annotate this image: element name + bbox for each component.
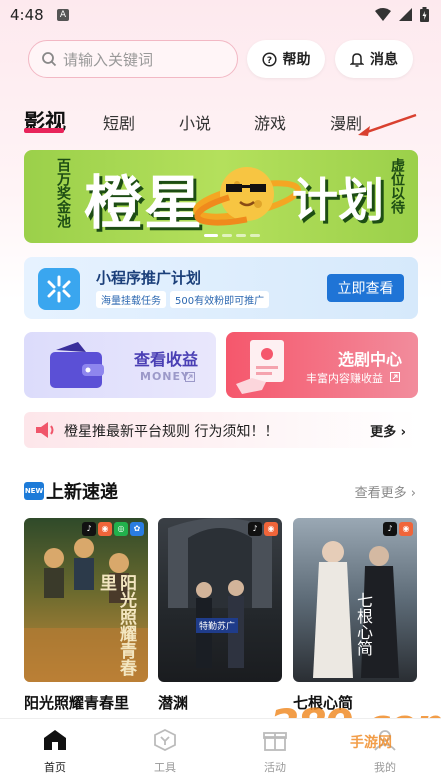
tools-icon xyxy=(154,728,176,752)
banner-title-part2: 计划 xyxy=(292,173,384,227)
svg-text:?: ? xyxy=(266,56,271,66)
notice-more-label: 更多 xyxy=(370,425,397,440)
promo-banner[interactable]: 百万奖金池 橙星 计划 虚位以待 xyxy=(24,150,418,243)
mini-program-tag: 海量挂载任务 xyxy=(96,291,166,308)
platform-badges: ♪ ◉ xyxy=(383,522,413,536)
search-input[interactable]: 请输入关键词 xyxy=(28,40,238,78)
search-icon xyxy=(42,52,57,67)
arrow-box-icon xyxy=(185,372,195,382)
douyin-icon: ♪ xyxy=(82,522,96,536)
poster-title-art: 特勤苏广 xyxy=(196,618,239,633)
notice-text: 橙星推最新平台规则 行为须知！！ xyxy=(64,424,279,440)
nav-home-label: 首页 xyxy=(44,761,66,774)
banner-right-text: 虚位以待 xyxy=(389,158,405,214)
new-releases-header: NEW 上新速递 查看更多 › xyxy=(24,478,418,504)
bell-icon xyxy=(350,52,364,67)
new-badge-icon: NEW xyxy=(24,482,44,500)
banner-dot xyxy=(250,234,260,237)
poster-title[interactable]: 阳光照耀青春里 xyxy=(24,692,129,713)
annotation-arrow-icon xyxy=(358,113,417,136)
wifi-icon xyxy=(375,8,391,21)
nav-activity-label: 活动 xyxy=(264,761,286,774)
nav-activity[interactable]: 活动 xyxy=(245,729,305,775)
wallet-icon xyxy=(50,342,104,388)
planet-mascot-icon xyxy=(193,167,302,226)
messages-button[interactable]: 消息 xyxy=(335,40,413,78)
nav-profile-label: 我的 xyxy=(374,761,396,774)
help-label: 帮助 xyxy=(282,52,311,68)
selection-title: 选剧中心 xyxy=(338,350,403,369)
notice-more-link[interactable]: 更多 › xyxy=(370,421,406,440)
document-hand-icon xyxy=(236,340,284,394)
battery-icon xyxy=(420,7,429,22)
poster-card[interactable]: 阳光照耀青春里 ♪ ◉ ◎ ✿ xyxy=(24,518,148,682)
poster-image xyxy=(168,518,272,668)
home-icon xyxy=(44,730,66,750)
site-watermark-sub: 手游网 xyxy=(350,735,392,751)
messages-label: 消息 xyxy=(370,52,398,68)
nav-home[interactable]: 首页 xyxy=(25,729,85,775)
banner-dot xyxy=(222,234,232,237)
status-time: 4:48 xyxy=(10,6,44,24)
banner-title-part1: 橙星 xyxy=(84,169,205,237)
banner-pagination xyxy=(204,234,260,237)
earnings-subtitle: MONEY xyxy=(140,370,190,383)
section-title: 上新速递 xyxy=(46,482,118,503)
status-bar: 4:48 A xyxy=(0,0,441,30)
help-button[interactable]: ? 帮助 xyxy=(247,40,325,78)
tab-novel[interactable]: 小说 xyxy=(179,110,211,134)
nav-tools[interactable]: 工具 xyxy=(135,728,195,775)
mini-program-tag: 500有效粉即可推广 xyxy=(170,291,270,308)
status-icons xyxy=(375,7,429,22)
douyin-icon: ♪ xyxy=(248,522,262,536)
view-more-label: 查看更多 xyxy=(354,486,407,501)
signal-icon xyxy=(399,8,412,21)
poster-title-art: 阳光照耀青春里 xyxy=(96,574,136,676)
banner-left-text: 百万奖金池 xyxy=(55,158,71,228)
kuaishou-icon: ◉ xyxy=(98,522,112,536)
banner-dot xyxy=(236,234,246,237)
mini-program-icon xyxy=(38,268,80,310)
earnings-title: 查看收益 xyxy=(134,350,199,369)
speaker-icon xyxy=(36,422,54,438)
kuaishou-icon: ◉ xyxy=(264,522,278,536)
poster-title-art: 七根心简 xyxy=(354,592,373,656)
status-app-icon: A xyxy=(57,9,69,21)
platform-badges: ♪ ◉ ◎ ✿ xyxy=(82,522,144,536)
active-tab-indicator xyxy=(24,128,64,133)
tab-games[interactable]: 游戏 xyxy=(254,110,286,134)
tab-short-drama[interactable]: 短剧 xyxy=(103,110,135,134)
help-icon: ? xyxy=(261,51,277,67)
drama-selection-card[interactable]: 选剧中心 丰富内容赚收益 xyxy=(226,332,418,398)
platform-badges: ♪ ◉ xyxy=(248,522,278,536)
earnings-card[interactable]: 查看收益 MONEY xyxy=(24,332,216,398)
selection-subtitle: 丰富内容赚收益 xyxy=(306,372,383,385)
arrow-box-icon xyxy=(390,372,400,382)
poster-card[interactable]: 七根心简 ♪ ◉ xyxy=(293,518,417,682)
activity-icon xyxy=(263,732,287,751)
notice-bar[interactable]: 橙星推最新平台规则 行为须知！！ 更多 › xyxy=(24,412,418,448)
search-placeholder: 请输入关键词 xyxy=(63,50,154,69)
kuaishou-icon: ◉ xyxy=(399,522,413,536)
wechat-icon: ◎ xyxy=(114,522,128,536)
view-more-link[interactable]: 查看更多 › xyxy=(355,482,416,501)
banner-dot-active xyxy=(204,234,218,237)
nav-tools-label: 工具 xyxy=(154,761,176,774)
poster-card[interactable]: 特勤苏广 ♪ ◉ xyxy=(158,518,282,682)
baidu-icon: ✿ xyxy=(130,522,144,536)
mini-program-title: 小程序推广计划 xyxy=(96,269,202,287)
view-now-button[interactable]: 立即查看 xyxy=(327,274,404,302)
poster-title[interactable]: 潜渊 xyxy=(158,692,188,713)
mini-program-card[interactable]: 小程序推广计划 海量挂载任务 500有效粉即可推广 立即查看 xyxy=(24,257,418,319)
douyin-icon: ♪ xyxy=(383,522,397,536)
